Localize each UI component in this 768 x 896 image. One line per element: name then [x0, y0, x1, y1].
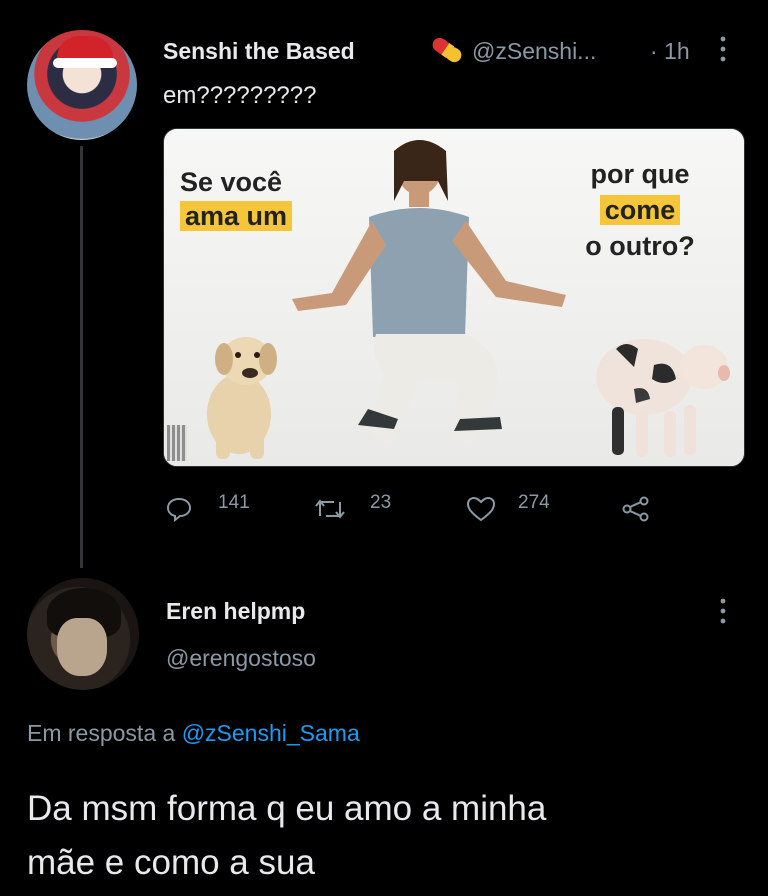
avatar-eren[interactable]: [27, 578, 139, 690]
thread-line: [80, 146, 83, 568]
avatar-senshi[interactable]: [27, 30, 137, 140]
timestamp[interactable]: · 1h: [650, 38, 690, 65]
caption-right-line2: come: [599, 195, 681, 225]
media-caption-right: por que come o outro?: [560, 156, 720, 264]
retweet-icon[interactable]: [314, 496, 346, 522]
more-icon[interactable]: [718, 596, 728, 626]
reply-count[interactable]: 141: [218, 492, 250, 514]
author-handle[interactable]: @zSenshi...: [472, 38, 596, 65]
reply-icon[interactable]: [166, 496, 192, 522]
more-icon[interactable]: [718, 34, 728, 64]
share-icon[interactable]: [619, 496, 651, 522]
like-icon[interactable]: [466, 496, 496, 522]
tweet-text: em?????????: [163, 82, 317, 109]
like-count[interactable]: 274: [518, 492, 550, 514]
replying-to-mention[interactable]: @zSenshi_Sama: [182, 720, 360, 746]
author-name[interactable]: Senshi the Based: [163, 38, 355, 65]
caption-left-line1: Se você: [180, 167, 283, 197]
reply-text: Da msm forma q eu amo a minha mãe e como…: [27, 782, 747, 890]
reply-author-name[interactable]: Eren helpmp: [166, 598, 305, 625]
replying-prefix: Em resposta a: [27, 720, 176, 746]
retweet-count[interactable]: 23: [370, 492, 391, 514]
replying-to: Em resposta a @zSenshi_Sama: [27, 720, 360, 747]
reply-author-handle[interactable]: @erengostoso: [166, 645, 316, 672]
reply-text-line1: Da msm forma q eu amo a minha: [27, 789, 547, 828]
caption-left-line2: ama um: [180, 201, 293, 231]
qr-code: [167, 425, 187, 461]
reply-text-line2: mãe e como a sua: [27, 843, 315, 882]
pill-icon: [432, 37, 462, 63]
media-caption-left: Se você ama um: [180, 165, 293, 233]
caption-right-line3: o outro?: [585, 231, 695, 261]
caption-right-line1: por que: [590, 159, 690, 189]
